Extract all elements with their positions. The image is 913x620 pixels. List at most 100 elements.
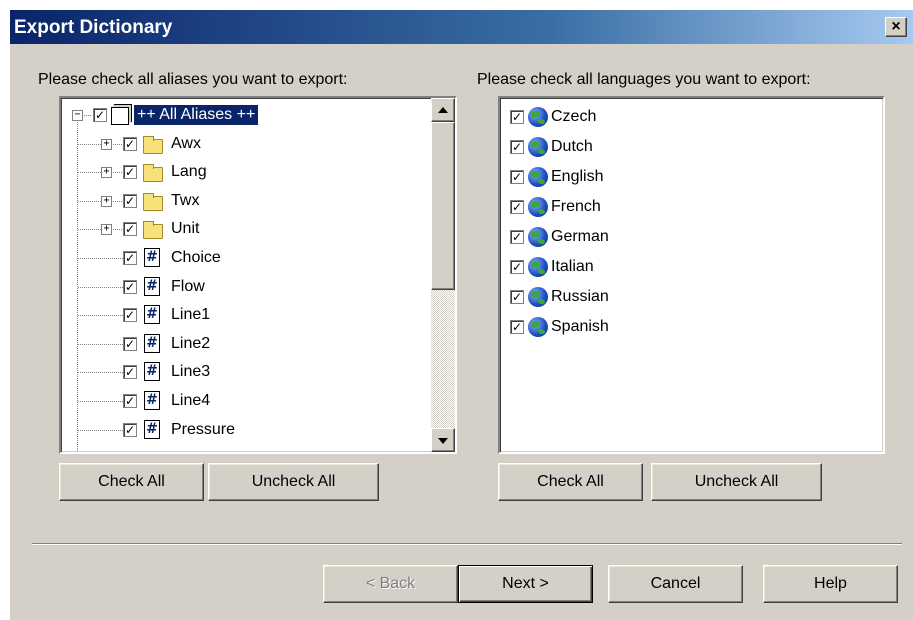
tree-item-row[interactable]: ✓ # Line1 [61, 302, 421, 330]
scroll-down-button[interactable] [431, 428, 455, 452]
tree-line [113, 172, 123, 174]
aliases-tree[interactable]: − ✓ ++ All Aliases ++ + ✓ Awx + ✓ Lang + ✓ Twx + ✓ Uni… [59, 96, 457, 454]
aliases-check-all-button[interactable]: Check All [59, 463, 204, 501]
folder-checkbox[interactable]: ✓ [123, 165, 137, 180]
item-checkbox[interactable]: ✓ [123, 422, 137, 437]
language-label: Russian [551, 288, 609, 305]
item-checkbox[interactable]: ✓ [123, 336, 137, 351]
language-row[interactable]: ✓ Russian [500, 284, 870, 312]
tree-item-row[interactable]: ✓ # Pressure [61, 417, 421, 445]
language-checkbox[interactable]: ✓ [510, 230, 524, 244]
language-label: English [551, 168, 604, 185]
tree-item-label: Line3 [171, 363, 211, 381]
language-row[interactable]: ✓ German [500, 224, 870, 252]
item-checkbox[interactable]: ✓ [123, 251, 137, 265]
language-checkbox[interactable]: ✓ [510, 110, 524, 124]
languages-label: Please check all languages you want to e… [477, 71, 811, 88]
language-row[interactable]: ✓ English [500, 164, 870, 192]
language-label: Spanish [551, 318, 609, 335]
folder-icon [143, 135, 163, 154]
expand-icon[interactable]: + [101, 138, 112, 150]
tree-line [78, 229, 101, 231]
globe-icon [528, 287, 548, 307]
help-button[interactable]: Help [763, 565, 898, 603]
aliases-label: Please check all aliases you want to exp… [38, 71, 348, 88]
expand-icon[interactable]: + [101, 167, 112, 179]
tree-folder-label: Awx [171, 134, 201, 152]
globe-icon [528, 317, 548, 337]
languages-uncheck-all-button[interactable]: Uncheck All [651, 463, 822, 501]
tree-folder-label: Lang [171, 163, 207, 181]
tree-item-label: Choice [171, 249, 221, 266]
alias-icon: # [144, 305, 160, 325]
language-row[interactable]: ✓ Italian [500, 254, 870, 282]
expand-icon[interactable]: + [101, 195, 112, 207]
arrow-up-icon [438, 107, 448, 113]
globe-icon [528, 137, 548, 157]
alias-icon: # [144, 333, 160, 353]
aliases-uncheck-all-button[interactable]: Uncheck All [208, 463, 379, 501]
tree-folder-row[interactable]: + ✓ Unit [61, 216, 421, 244]
folder-checkbox[interactable]: ✓ [123, 222, 137, 237]
globe-icon [528, 107, 548, 127]
tree-line [78, 401, 123, 402]
tree-item-row[interactable]: ✓ # Flow [61, 274, 421, 302]
collapse-icon[interactable]: − [72, 110, 83, 121]
globe-icon [528, 257, 548, 277]
tree-item-label: Line1 [171, 306, 211, 324]
folder-checkbox[interactable]: ✓ [123, 193, 137, 208]
item-checkbox[interactable]: ✓ [123, 394, 137, 408]
folder-checkbox[interactable]: ✓ [123, 136, 137, 151]
language-checkbox[interactable]: ✓ [510, 170, 524, 184]
root-checkbox[interactable]: ✓ [93, 108, 107, 122]
tree-line [78, 200, 101, 202]
tree-root-row[interactable]: − ✓ ++ All Aliases ++ [61, 102, 421, 130]
cancel-button[interactable]: Cancel [608, 565, 743, 603]
language-label: German [551, 228, 609, 245]
scroll-thumb[interactable] [431, 122, 455, 290]
language-checkbox[interactable]: ✓ [510, 290, 524, 304]
tree-item-row[interactable]: ✓ # Choice [61, 245, 421, 273]
language-checkbox[interactable]: ✓ [510, 320, 524, 334]
close-button[interactable]: × [885, 17, 907, 37]
language-label: French [551, 198, 601, 215]
tree-folder-row[interactable]: + ✓ Twx [61, 188, 421, 216]
tree-line [78, 172, 101, 174]
language-row[interactable]: ✓ Dutch [500, 134, 870, 162]
globe-icon [528, 227, 548, 247]
language-checkbox[interactable]: ✓ [510, 140, 524, 154]
item-checkbox[interactable]: ✓ [123, 308, 137, 323]
tree-folder-label: Twx [171, 191, 200, 209]
back-button[interactable]: < Back [323, 565, 458, 603]
tree-item-row[interactable]: ✓ # Line4 [61, 388, 421, 416]
tree-folder-row[interactable]: + ✓ Lang [61, 159, 421, 187]
tree-item-row[interactable]: ✓ # Line3 [61, 359, 421, 387]
aliases-scrollbar[interactable] [431, 98, 455, 452]
tree-item-row[interactable]: ✓ # Line2 [61, 331, 421, 359]
scroll-up-button[interactable] [431, 98, 455, 122]
tree-item-label: Pressure [171, 420, 236, 438]
language-checkbox[interactable]: ✓ [510, 200, 524, 214]
tree-line [113, 229, 123, 231]
languages-check-all-button[interactable]: Check All [498, 463, 643, 501]
title-bar[interactable]: Export Dictionary × [10, 10, 913, 44]
tree-line [78, 315, 123, 317]
language-row[interactable]: ✓ Czech [500, 104, 870, 132]
language-checkbox[interactable]: ✓ [510, 260, 524, 274]
tree-line [78, 372, 123, 374]
expand-icon[interactable]: + [101, 224, 112, 236]
language-label: Czech [551, 108, 597, 125]
tree-item-label: Flow [171, 277, 205, 295]
language-row[interactable]: ✓ Spanish [500, 314, 870, 342]
dialog-title: Export Dictionary [14, 17, 173, 38]
language-row[interactable]: ✓ French [500, 194, 870, 222]
next-button[interactable]: Next > [458, 565, 593, 603]
tree-folder-row[interactable]: + ✓ Awx [61, 131, 421, 159]
tree-line [78, 143, 101, 145]
alias-icon: # [144, 248, 160, 267]
item-checkbox[interactable]: ✓ [123, 365, 137, 380]
tree-line [113, 200, 123, 202]
footer-separator [32, 543, 902, 545]
item-checkbox[interactable]: ✓ [123, 279, 137, 294]
languages-list[interactable]: ✓ Czech ✓ Dutch ✓ English ✓ French ✓ German ✓ Itali… [498, 96, 885, 454]
